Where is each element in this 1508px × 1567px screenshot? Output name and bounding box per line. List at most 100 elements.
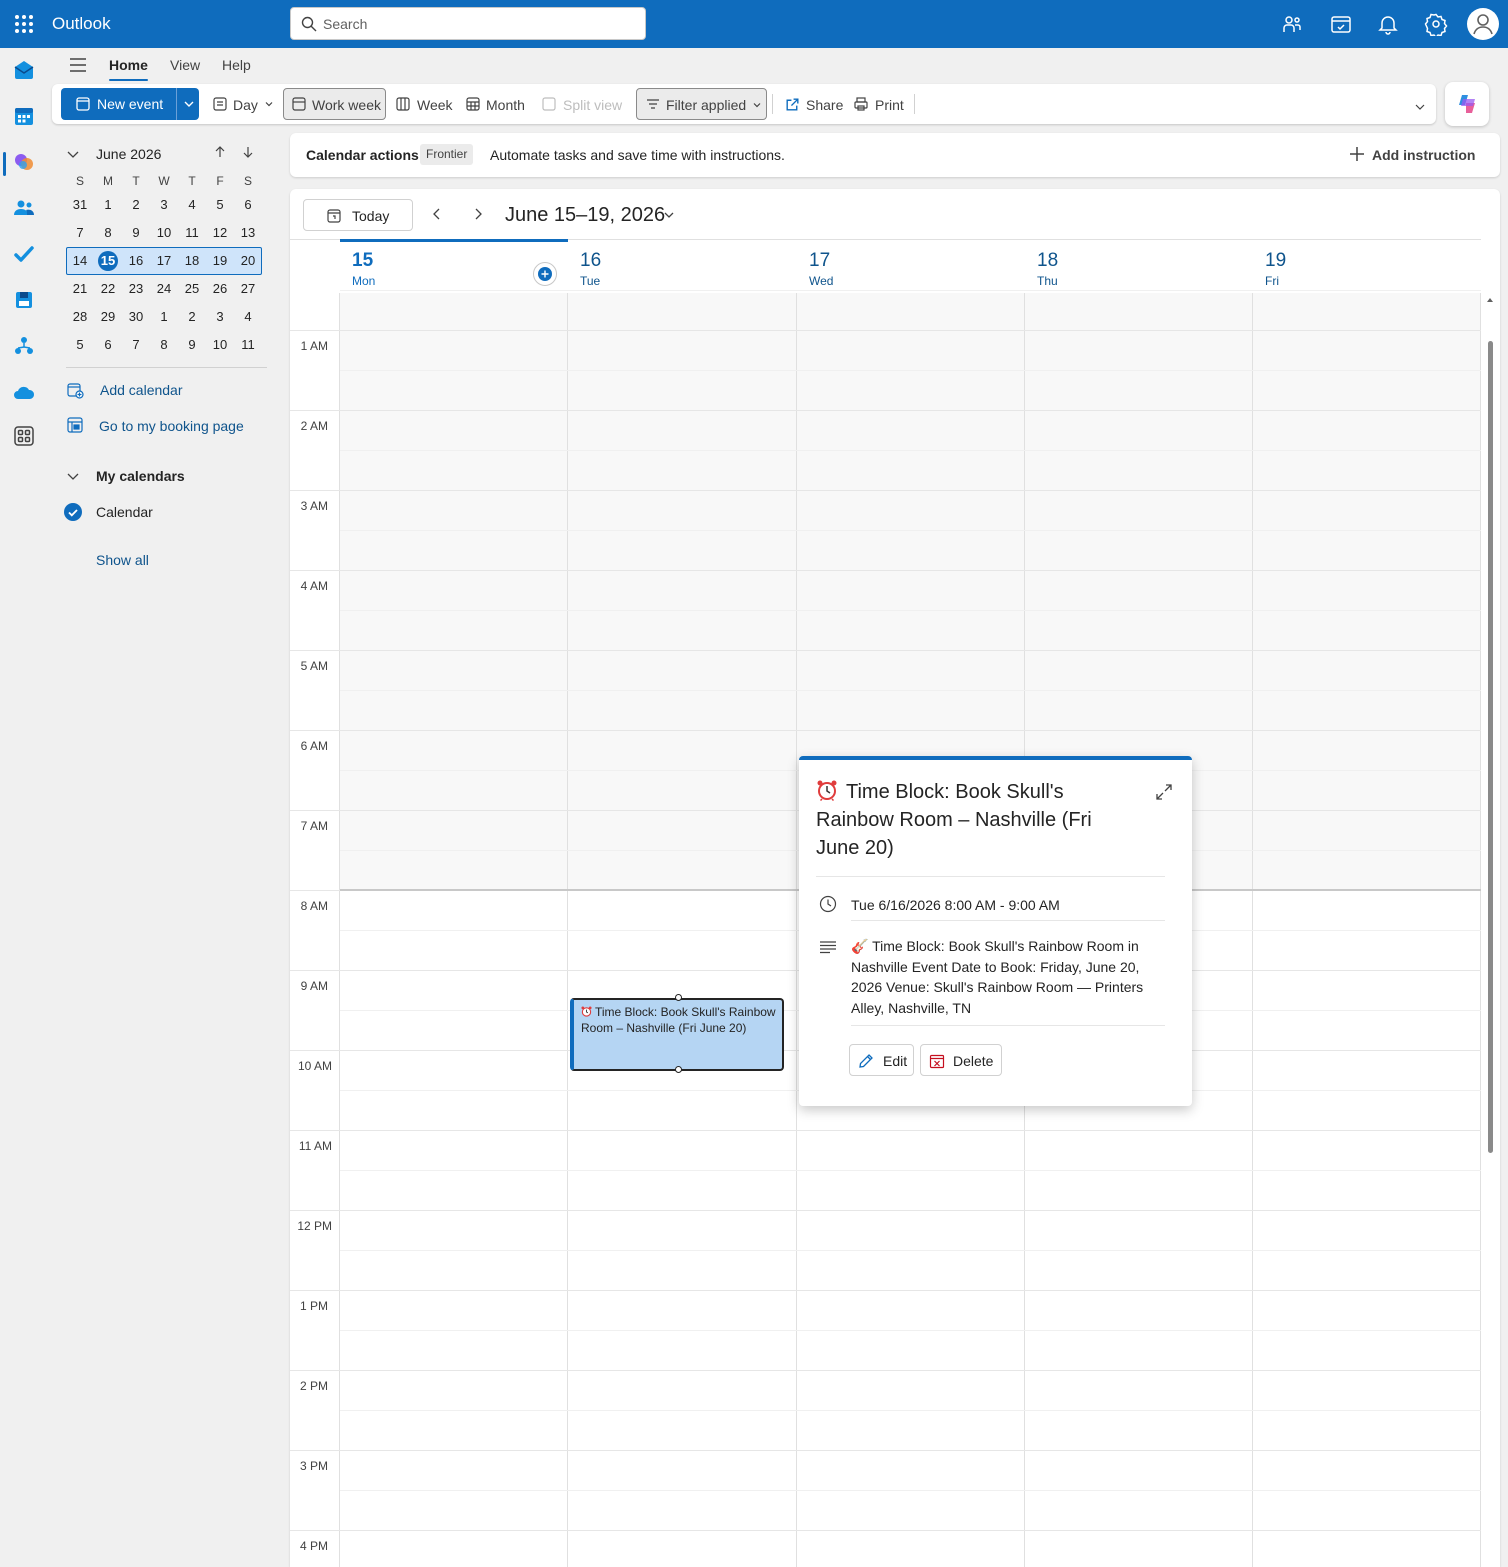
mini-calendar-day[interactable]: 30 xyxy=(122,303,150,331)
mini-calendar-day[interactable]: 9 xyxy=(178,331,206,359)
expand-icon[interactable] xyxy=(1155,783,1173,801)
edit-button[interactable]: Edit xyxy=(849,1044,914,1076)
mini-calendar-day[interactable]: 12 xyxy=(206,219,234,247)
files-icon[interactable] xyxy=(12,288,36,312)
mini-calendar-day[interactable]: 10 xyxy=(150,219,178,247)
day-header[interactable]: 15 Mon xyxy=(340,239,568,293)
today-button[interactable]: Today xyxy=(303,199,413,231)
notifications-bell-icon[interactable] xyxy=(1376,12,1400,36)
mini-calendar-day[interactable]: 22 xyxy=(94,275,122,303)
mail-icon[interactable] xyxy=(12,58,36,82)
calendar-checkbox[interactable] xyxy=(64,503,82,521)
next-month-arrow-icon[interactable] xyxy=(241,145,255,159)
tab-home[interactable]: Home xyxy=(109,57,148,81)
share-button[interactable]: Share xyxy=(778,88,846,120)
onedrive-cloud-icon[interactable] xyxy=(12,380,36,404)
mini-calendar-day[interactable]: 23 xyxy=(122,275,150,303)
mini-calendar-day[interactable]: 5 xyxy=(206,191,234,219)
resize-handle-bottom[interactable] xyxy=(675,1066,682,1073)
settings-gear-icon[interactable] xyxy=(1424,12,1448,36)
month-view-button[interactable]: Month xyxy=(459,88,531,120)
org-explorer-icon[interactable] xyxy=(12,334,36,358)
next-week-chevron-icon[interactable] xyxy=(471,207,485,221)
chevron-down-icon[interactable] xyxy=(663,209,675,221)
copilot-app-icon[interactable] xyxy=(12,150,36,174)
hamburger-menu-icon[interactable] xyxy=(68,55,88,75)
mini-calendar-day[interactable]: 9 xyxy=(122,219,150,247)
mini-calendar-day[interactable]: 4 xyxy=(178,191,206,219)
mini-calendar-day[interactable]: 14 xyxy=(66,247,94,275)
resize-handle-top[interactable] xyxy=(675,994,682,1001)
add-event-button[interactable] xyxy=(533,262,557,286)
mini-calendar-day[interactable]: 25 xyxy=(178,275,206,303)
day-view-button[interactable]: Day xyxy=(206,88,278,120)
copilot-button[interactable] xyxy=(1445,82,1489,126)
mini-calendar-day[interactable]: 24 xyxy=(150,275,178,303)
show-all-link[interactable]: Show all xyxy=(96,552,149,568)
collapse-chevron-icon[interactable] xyxy=(66,147,80,161)
mini-calendar-day[interactable]: 18 xyxy=(178,247,206,275)
ribbon-expand-chevron-icon[interactable] xyxy=(1414,101,1426,113)
mini-calendar-day[interactable]: 2 xyxy=(178,303,206,331)
mini-calendar-day[interactable]: 7 xyxy=(66,219,94,247)
my-day-icon[interactable] xyxy=(1329,12,1353,36)
mini-calendar-day[interactable]: 4 xyxy=(234,303,262,331)
collapse-chevron-icon[interactable] xyxy=(66,469,80,483)
chevron-down-icon[interactable] xyxy=(182,97,196,111)
mini-calendar-day[interactable]: 6 xyxy=(234,191,262,219)
people-icon[interactable] xyxy=(12,196,36,220)
mini-calendar-day[interactable]: 13 xyxy=(234,219,262,247)
mini-calendar-day[interactable]: 27 xyxy=(234,275,262,303)
day-header[interactable]: 16 Tue xyxy=(568,239,796,293)
mini-calendar-day[interactable]: 31 xyxy=(66,191,94,219)
print-button[interactable]: Print xyxy=(847,88,912,120)
date-range-title[interactable]: June 15–19, 2026 xyxy=(505,203,665,227)
mini-calendar-day[interactable]: 29 xyxy=(94,303,122,331)
mini-calendar-day[interactable]: 20 xyxy=(234,247,262,275)
mini-calendar-day[interactable]: 19 xyxy=(206,247,234,275)
week-view-button[interactable]: Week xyxy=(389,88,456,120)
add-instruction-button[interactable]: Add instruction xyxy=(1372,147,1475,163)
previous-week-chevron-icon[interactable] xyxy=(430,207,444,221)
mini-calendar-day[interactable]: 6 xyxy=(94,331,122,359)
mini-calendar-day[interactable]: 11 xyxy=(178,219,206,247)
mini-calendar-day[interactable]: 1 xyxy=(94,191,122,219)
day-header[interactable]: 18 Thu xyxy=(1025,239,1253,293)
tab-view[interactable]: View xyxy=(170,57,200,74)
mini-calendar-day[interactable]: 28 xyxy=(66,303,94,331)
day-header[interactable]: 19 Fri xyxy=(1253,239,1481,293)
calendar-name[interactable]: Calendar xyxy=(96,504,153,520)
mini-calendar-day[interactable]: 1 xyxy=(150,303,178,331)
tab-help[interactable]: Help xyxy=(222,57,251,74)
new-event-button[interactable]: New event xyxy=(61,88,199,120)
calendar-event[interactable]: Time Block: Book Skull's Rainbow Room – … xyxy=(570,994,784,1073)
filter-button[interactable]: Filter applied xyxy=(636,88,767,120)
mini-calendar-day[interactable]: 2 xyxy=(122,191,150,219)
search-input[interactable]: Search xyxy=(290,7,646,40)
more-apps-icon[interactable] xyxy=(12,424,36,448)
mini-calendar-day[interactable]: 8 xyxy=(150,331,178,359)
mini-calendar-day[interactable]: 5 xyxy=(66,331,94,359)
mini-calendar-title[interactable]: June 2026 xyxy=(96,146,161,163)
mini-calendar-day[interactable]: 26 xyxy=(206,275,234,303)
todo-check-icon[interactable] xyxy=(12,242,36,266)
calendar-app-icon[interactable] xyxy=(12,104,36,128)
app-name[interactable]: Outlook xyxy=(52,14,111,34)
app-launcher-icon[interactable] xyxy=(12,12,36,36)
mini-calendar-day[interactable]: 3 xyxy=(206,303,234,331)
booking-page-link[interactable]: Go to my booking page xyxy=(99,418,244,435)
mini-calendar-day[interactable]: 3 xyxy=(150,191,178,219)
mini-calendar-day[interactable]: 16 xyxy=(122,247,150,275)
mini-calendar-day[interactable]: 11 xyxy=(234,331,262,359)
mini-calendar-day[interactable]: 10 xyxy=(206,331,234,359)
mini-calendar-day[interactable]: 17 xyxy=(150,247,178,275)
mini-calendar-day[interactable]: 7 xyxy=(122,331,150,359)
add-calendar-link[interactable]: Add calendar xyxy=(100,382,183,399)
previous-month-arrow-icon[interactable] xyxy=(213,145,227,159)
work-week-view-button[interactable]: Work week xyxy=(283,88,386,120)
delete-button[interactable]: Delete xyxy=(920,1044,1002,1076)
split-view-button[interactable]: Split view xyxy=(535,88,625,120)
mini-calendar-day[interactable]: 15 xyxy=(94,247,122,275)
teams-icon[interactable] xyxy=(1280,12,1304,36)
scrollbar[interactable] xyxy=(1486,293,1494,1567)
